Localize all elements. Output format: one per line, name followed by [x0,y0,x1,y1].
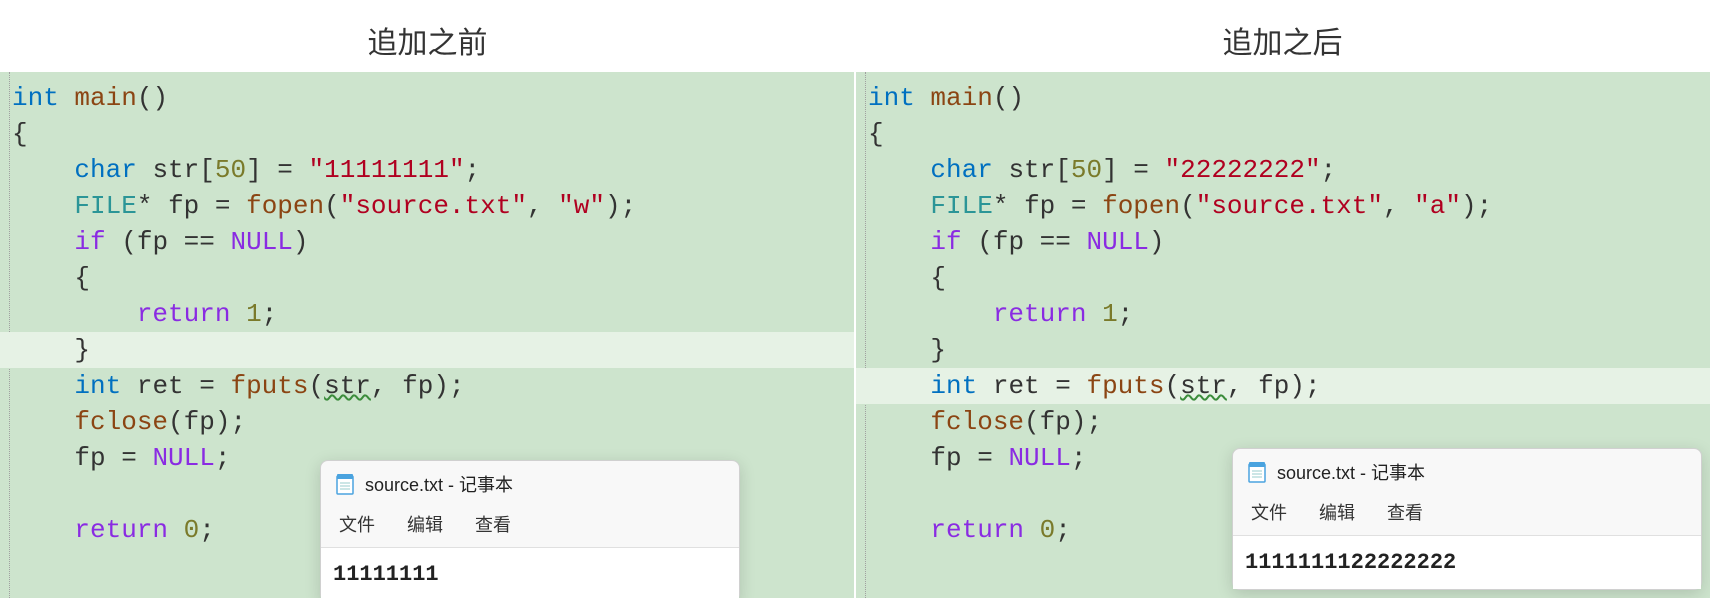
notepad-content[interactable]: 11111111 [321,547,739,598]
keyword-int2: int [74,371,121,401]
panels-row: int main() { char str[50] = "11111111"; … [0,72,1710,598]
null-assign: NULL [1008,443,1070,473]
code-panel-before: int main() { char str[50] = "11111111"; … [0,72,854,598]
var-fp-close: fp [184,407,215,437]
fn-fopen: fopen [246,191,324,221]
keyword-if: if [930,227,961,257]
brace-close-inner: } [74,335,90,365]
star: * [137,191,153,221]
var-ret: ret [137,371,184,401]
return-zero: 0 [184,515,200,545]
array-size: 50 [1071,155,1102,185]
fn-fclose: fclose [74,407,168,437]
keyword-int: int [868,83,915,113]
fn-fputs: fputs [230,371,308,401]
var-str: str [1008,155,1055,185]
var-fp-arg: fp [402,371,433,401]
parens: () [137,83,168,113]
null-literal: NULL [231,227,293,257]
keyword-return-end: return [74,515,168,545]
keyword-char: char [74,155,136,185]
code-panel-after: int main() { char str[50] = "22222222"; … [854,72,1710,598]
fn-main: main [930,83,992,113]
parens: () [993,83,1024,113]
fopen-mode: "a" [1414,191,1461,221]
fopen-filename: "source.txt" [340,191,527,221]
header-right: 追加之后 [855,0,1710,72]
fn-main: main [74,83,136,113]
headers-row: 追加之前 追加之后 [0,0,1710,72]
keyword-int: int [12,83,59,113]
var-ret: ret [993,371,1040,401]
header-left: 追加之前 [0,0,855,72]
type-file: FILE [74,191,136,221]
fn-fopen: fopen [1102,191,1180,221]
null-literal: NULL [1087,227,1149,257]
fn-fputs: fputs [1086,371,1164,401]
keyword-return: return [993,299,1087,329]
brace-open: { [12,119,28,149]
var-fp-arg: fp [1258,371,1289,401]
var-str-arg: str [324,371,371,401]
fopen-mode: "w" [558,191,605,221]
brace-open: { [868,119,884,149]
array-size: 50 [215,155,246,185]
code-block-before[interactable]: int main() { char str[50] = "11111111"; … [0,72,854,548]
var-str-arg: str [1180,371,1227,401]
var-fp-check: fp [993,227,1024,257]
var-fp-assign: fp [74,443,105,473]
code-block-after[interactable]: int main() { char str[50] = "22222222"; … [856,72,1710,548]
keyword-return: return [137,299,231,329]
var-fp-close: fp [1040,407,1071,437]
return-zero: 0 [1040,515,1056,545]
keyword-char: char [930,155,992,185]
keyword-if: if [74,227,105,257]
brace-close-inner: } [930,335,946,365]
fopen-filename: "source.txt" [1196,191,1383,221]
null-assign: NULL [152,443,214,473]
fn-fclose: fclose [930,407,1024,437]
keyword-int2: int [930,371,977,401]
var-str: str [152,155,199,185]
var-fp-check: fp [137,227,168,257]
string-literal: "11111111" [309,155,465,185]
var-fp: fp [1024,191,1055,221]
var-fp: fp [168,191,199,221]
return-one: 1 [1102,299,1118,329]
var-fp-assign: fp [930,443,961,473]
keyword-return-end: return [930,515,1024,545]
star: * [993,191,1009,221]
string-literal: "22222222" [1165,155,1321,185]
return-one: 1 [246,299,262,329]
type-file: FILE [930,191,992,221]
